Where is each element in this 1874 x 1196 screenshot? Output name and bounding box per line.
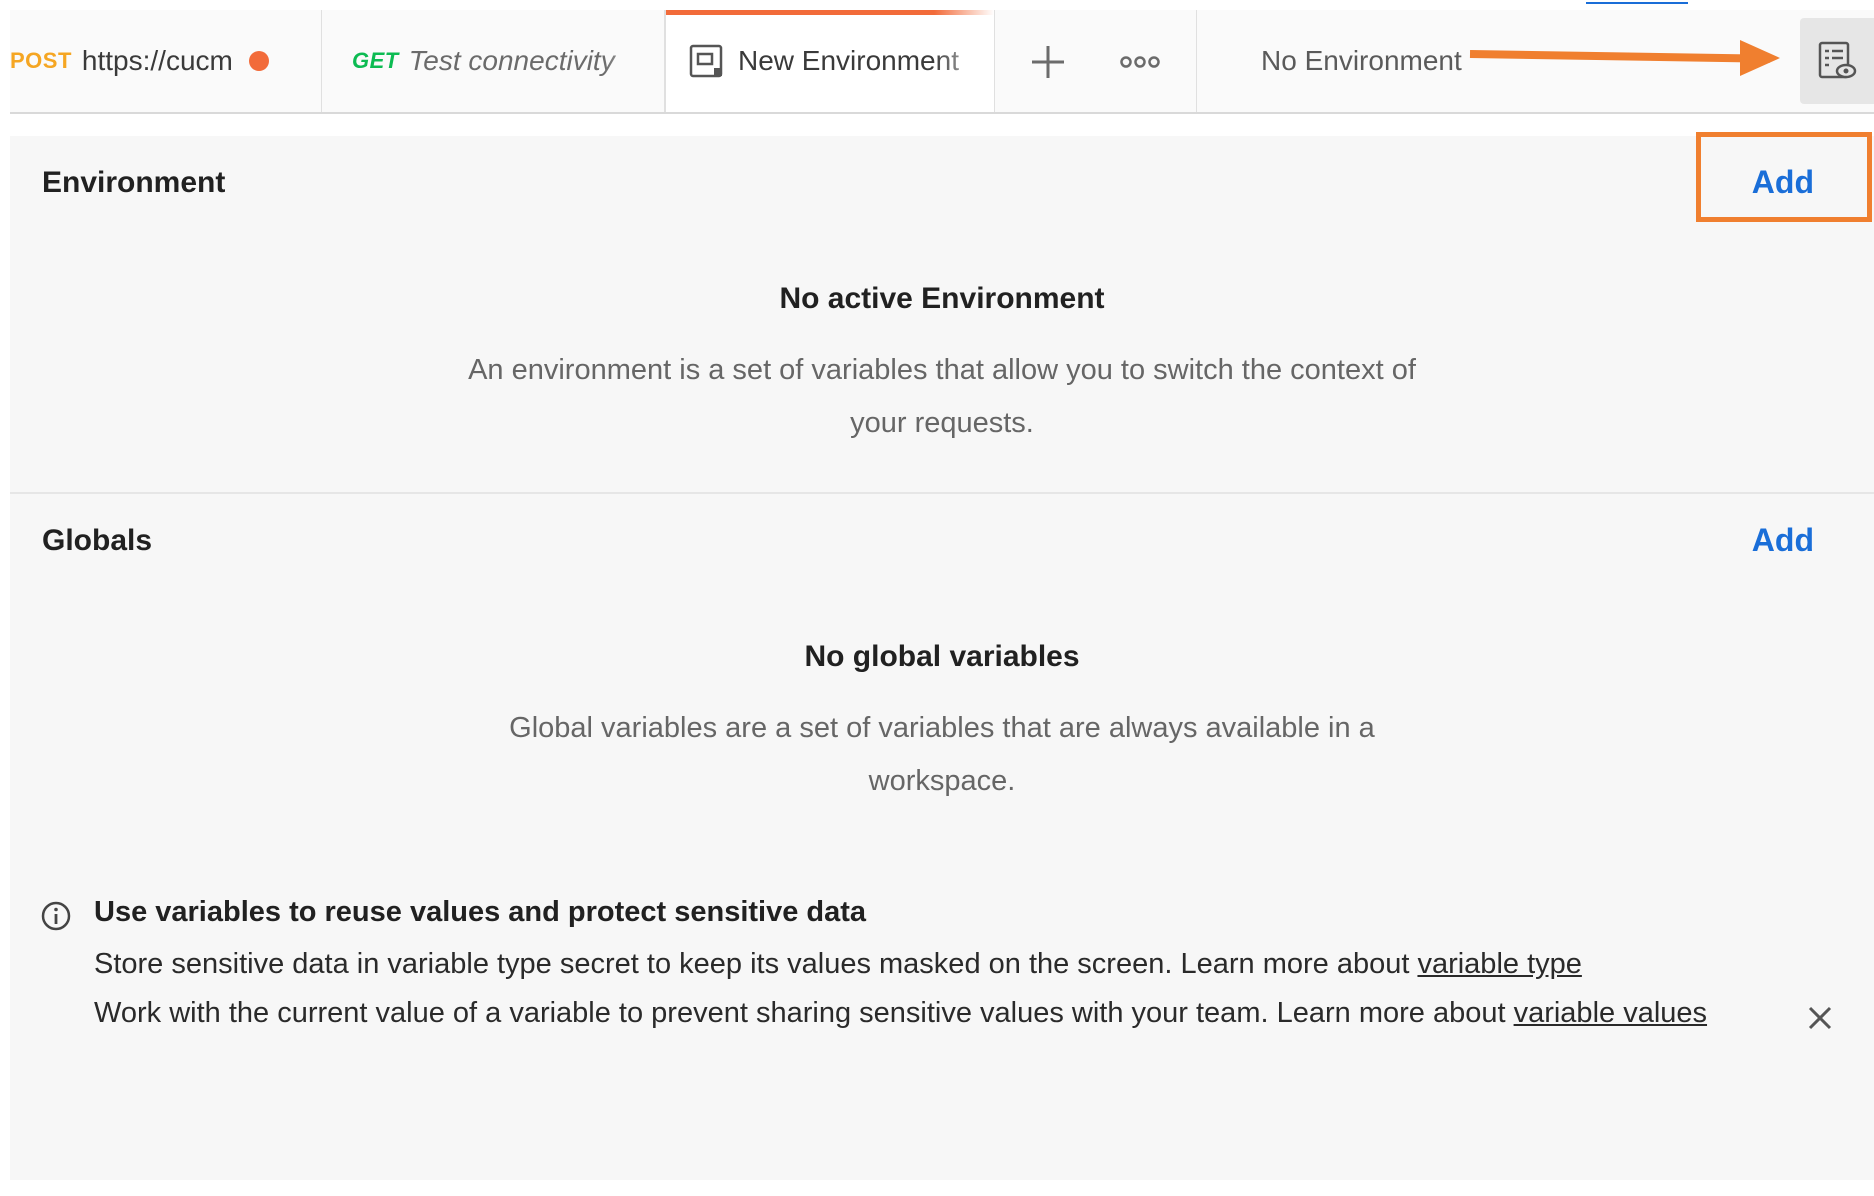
environment-quick-look-panel: Environment Add No active Environment An… bbox=[10, 136, 1874, 1180]
tab-new-environment[interactable]: New Environment bbox=[665, 10, 995, 112]
tab-get-request[interactable]: GET Test connectivity bbox=[322, 10, 665, 112]
info-line-2: Work with the current value of a variabl… bbox=[94, 997, 1514, 1029]
method-badge: POST bbox=[10, 48, 72, 73]
section-divider bbox=[10, 492, 1874, 494]
no-environment-description: An environment is a set of variables tha… bbox=[468, 354, 1416, 439]
annotation-highlight-box bbox=[1696, 132, 1872, 222]
environment-quick-look-button[interactable] bbox=[1800, 18, 1874, 104]
info-line-1: Store sensitive data in variable type se… bbox=[94, 948, 1418, 980]
close-banner-button[interactable] bbox=[1802, 1000, 1838, 1036]
method-badge: GET bbox=[352, 48, 399, 73]
environment-heading: Environment bbox=[42, 166, 226, 199]
unsaved-indicator bbox=[248, 51, 269, 71]
annotation-arrow-head bbox=[1740, 40, 1780, 76]
plus-icon bbox=[1032, 46, 1064, 78]
tab-label: New Environment bbox=[738, 45, 959, 76]
tab-bar: POST https://cucm GET Test connectivity … bbox=[10, 10, 1874, 114]
tab-fade bbox=[934, 10, 994, 112]
tab-label: Test connectivity bbox=[408, 45, 615, 76]
info-banner-body: Store sensitive data in variable type se… bbox=[94, 940, 1734, 1038]
globals-heading: Globals bbox=[42, 524, 153, 557]
tab-fade bbox=[604, 10, 664, 112]
environment-quick-look-icon bbox=[1818, 41, 1857, 79]
no-environment-title: No active Environment bbox=[779, 282, 1105, 315]
environment-selector[interactable]: No Environment bbox=[1196, 10, 1516, 112]
tab-post-request[interactable]: POST https://cucm bbox=[10, 10, 322, 112]
close-icon bbox=[1808, 1006, 1832, 1030]
environment-icon bbox=[689, 44, 723, 78]
more-tabs-button[interactable] bbox=[1110, 32, 1170, 92]
info-banner-title: Use variables to reuse values and protec… bbox=[94, 896, 867, 928]
ellipsis-icon bbox=[1120, 56, 1160, 68]
variable-type-link[interactable]: variable type bbox=[1417, 948, 1581, 980]
info-icon bbox=[41, 901, 71, 931]
no-globals-title: No global variables bbox=[804, 640, 1080, 673]
variable-values-link[interactable]: variable values bbox=[1514, 997, 1707, 1029]
add-globals-button[interactable]: Add bbox=[1752, 522, 1814, 559]
new-tab-button[interactable] bbox=[1018, 32, 1078, 92]
tab-label: https://cucm bbox=[81, 45, 233, 76]
top-link-underline bbox=[1586, 2, 1688, 4]
app-window: POST https://cucm GET Test connectivity … bbox=[0, 0, 1874, 1196]
no-globals-description: Global variables are a set of variables … bbox=[509, 712, 1375, 797]
